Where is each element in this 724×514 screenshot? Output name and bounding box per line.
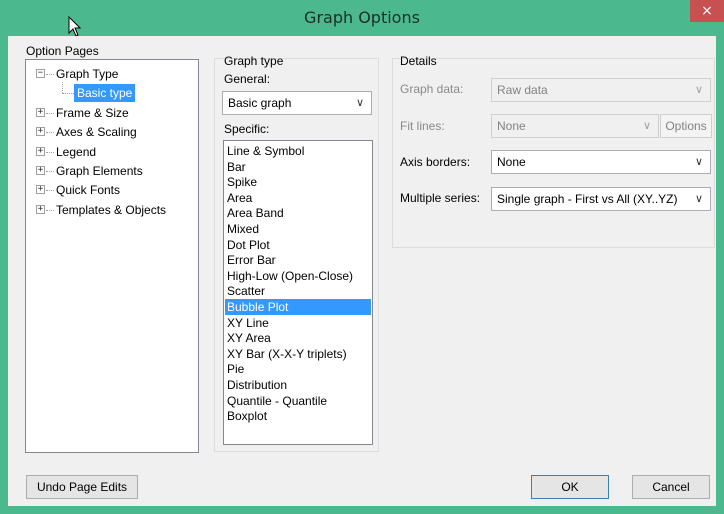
chevron-down-icon: ∨ <box>692 188 706 210</box>
specific-label: Specific: <box>224 122 270 136</box>
tree-item-frame-size[interactable]: Frame & Size <box>56 104 129 122</box>
specific-list-item[interactable]: Boxplot <box>225 408 371 424</box>
specific-list-item[interactable]: XY Line <box>225 315 371 331</box>
chevron-down-icon: ∨ <box>694 84 704 96</box>
specific-list-item[interactable]: Area <box>225 190 371 206</box>
chevron-down-icon: ∨ <box>642 120 652 132</box>
expand-icon[interactable]: + <box>36 127 45 136</box>
tree-item-legend[interactable]: Legend <box>56 143 96 161</box>
collapse-icon[interactable]: − <box>36 69 45 78</box>
specific-list-item[interactable]: Scatter <box>225 283 371 299</box>
dialog-client-area: Option Pages − Graph Type Basic type + F… <box>8 36 716 506</box>
tree-item-graph-elements[interactable]: Graph Elements <box>56 162 143 180</box>
chevron-down-icon: ∨ <box>355 97 365 109</box>
cancel-button[interactable]: Cancel <box>632 475 710 499</box>
multiple-series-label: Multiple series: <box>400 191 481 205</box>
fit-lines-select-value: None <box>497 119 526 133</box>
close-button[interactable]: × <box>690 0 724 22</box>
graph-data-label: Graph data: <box>400 82 464 96</box>
graph-options-window: Graph Options × Option Pages − Graph Typ… <box>0 0 724 514</box>
tree-item-graph-type[interactable]: Graph Type <box>56 65 118 83</box>
tree-connector <box>46 113 54 114</box>
specific-list-item[interactable]: XY Area <box>225 330 371 346</box>
fit-lines-options-button[interactable]: Options <box>660 114 712 138</box>
tree-connector <box>46 152 54 153</box>
specific-list-item[interactable]: Mixed <box>225 221 371 237</box>
specific-list-item[interactable]: Quantile - Quantile <box>225 393 371 409</box>
expand-icon[interactable]: + <box>36 166 45 175</box>
specific-list-item[interactable]: XY Bar (X-X-Y triplets) <box>225 346 371 362</box>
graph-data-select-value: Raw data <box>497 83 548 97</box>
tree-connector <box>62 93 74 94</box>
mouse-cursor-icon <box>68 16 82 37</box>
option-pages-tree[interactable]: − Graph Type Basic type + Frame & Size +… <box>25 59 199 453</box>
details-heading: Details <box>400 54 437 68</box>
tree-connector <box>46 132 54 133</box>
fit-lines-label: Fit lines: <box>400 119 445 133</box>
graph-data-select[interactable]: Raw data ∨ <box>491 78 711 102</box>
expand-icon[interactable]: + <box>36 205 45 214</box>
axis-borders-label: Axis borders: <box>400 155 471 169</box>
multiple-series-select-value: Single graph - First vs All (XY..YZ) <box>497 192 678 206</box>
tree-item-axes-scaling[interactable]: Axes & Scaling <box>56 123 137 141</box>
specific-list-item[interactable]: Dot Plot <box>225 237 371 253</box>
specific-list-item[interactable]: Error Bar <box>225 252 371 268</box>
tree-connector <box>46 171 54 172</box>
undo-page-edits-button[interactable]: Undo Page Edits <box>26 475 138 499</box>
tree-connector <box>62 82 63 93</box>
specific-list-item[interactable]: Spike <box>225 174 371 190</box>
general-label: General: <box>224 72 271 86</box>
fit-lines-select[interactable]: None ∨ <box>491 114 659 138</box>
option-pages-heading: Option Pages <box>26 44 99 58</box>
specific-list-item[interactable]: Line & Symbol <box>225 143 371 159</box>
tree-item-templates-objects[interactable]: Templates & Objects <box>56 201 166 219</box>
general-select-value: Basic graph <box>228 96 292 110</box>
general-select[interactable]: Basic graph ∨ <box>222 91 372 115</box>
specific-list-item[interactable]: Bubble Plot <box>225 299 371 315</box>
specific-list-item[interactable]: Pie <box>225 361 371 377</box>
tree-connector <box>46 74 54 75</box>
tree-item-basic-type[interactable]: Basic type <box>74 84 136 102</box>
multiple-series-select[interactable]: Single graph - First vs All (XY..YZ) ∨ <box>491 187 711 211</box>
expand-icon[interactable]: + <box>36 108 45 117</box>
specific-list-item[interactable]: Distribution <box>225 377 371 393</box>
title-bar[interactable]: Graph Options × <box>0 0 724 37</box>
tree-item-quick-fonts[interactable]: Quick Fonts <box>56 181 120 199</box>
tree-connector <box>46 190 54 191</box>
ok-button[interactable]: OK <box>531 475 609 499</box>
specific-list-item[interactable]: Bar <box>225 159 371 175</box>
expand-icon[interactable]: + <box>36 185 45 194</box>
graph-type-heading: Graph type <box>224 54 284 68</box>
chevron-down-icon: ∨ <box>694 156 704 168</box>
specific-list-item[interactable]: High-Low (Open-Close) <box>225 268 371 284</box>
specific-list-item[interactable]: Area Band <box>225 205 371 221</box>
axis-borders-select-value: None <box>497 155 526 169</box>
specific-listbox[interactable]: Line & Symbol Bar Spike Area Area Band Mixed D… <box>223 140 373 445</box>
tree-connector <box>46 210 54 211</box>
expand-icon[interactable]: + <box>36 147 45 156</box>
axis-borders-select[interactable]: None ∨ <box>491 150 711 174</box>
window-title: Graph Options <box>304 8 420 27</box>
